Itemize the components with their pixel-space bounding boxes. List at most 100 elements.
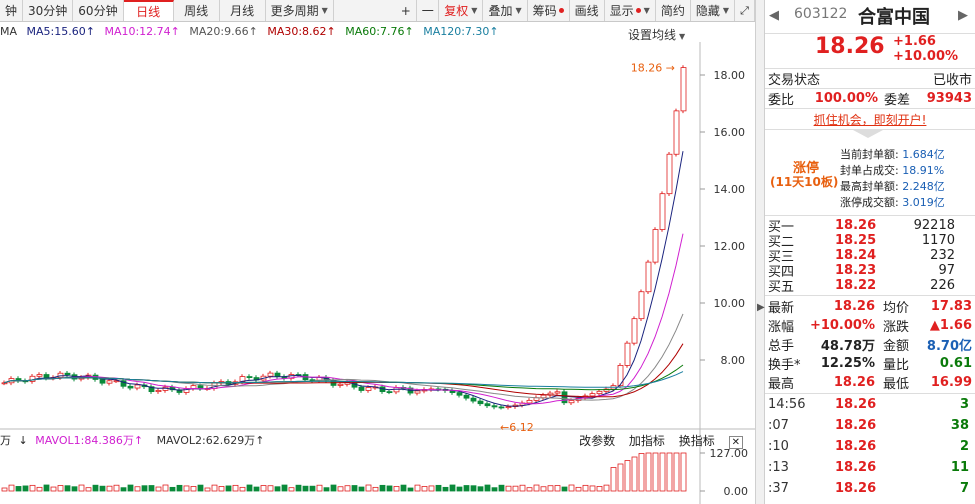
price-block: 18.26 +1.66 +10.00% (765, 34, 975, 68)
volume-bar (155, 486, 162, 492)
bid-row: 买五 18.22 226 (765, 278, 975, 295)
quote-stats: 最新 18.26 均价 17.83 涨幅 +10.00% 涨跌 ▲1.66 总手 4… (765, 296, 975, 394)
volume-bar (638, 453, 645, 492)
volume-bar (554, 485, 561, 492)
volume-bar (22, 485, 29, 492)
limit-info-row: 涨停成交额: 3.019亿 (840, 194, 960, 210)
kline-chart[interactable]: MA MA5:15.60↑ MA10:12.74↑ MA20:9.66↑ MA3… (0, 22, 755, 504)
volume-bar (337, 486, 344, 492)
volume-bar (197, 484, 204, 492)
volume-bar (365, 484, 372, 492)
volume-bar (463, 485, 470, 492)
tick-row: :07 18.26 38 (765, 415, 975, 436)
arrow-up-icon: ↑ (133, 434, 144, 447)
zoom-out-button[interactable]: 一 (417, 0, 440, 21)
bid-price: 18.25 (835, 233, 877, 248)
collapse-icon[interactable] (853, 130, 883, 138)
overlay-button[interactable]: 叠加 ▼ (483, 0, 528, 21)
volume-bar (666, 452, 673, 492)
quote-header: ◀ 603122 合富中国 ▶ (765, 0, 975, 34)
candle-body (505, 406, 512, 409)
volume-bar (316, 484, 323, 492)
volume-bar (295, 484, 302, 492)
candle-body (337, 383, 344, 386)
bid-level: 买五 (768, 280, 795, 295)
hide-button[interactable]: 隐藏 ▼ (691, 0, 735, 21)
tick-price: 18.26 (835, 418, 877, 433)
volume-bar (162, 484, 169, 492)
tab-weekly[interactable]: 周线 (174, 0, 220, 21)
price-change-pct: +10.00% (893, 49, 959, 64)
candle-body (477, 400, 484, 405)
ma-line (3, 151, 684, 407)
candles (1, 65, 687, 410)
tab-daily[interactable]: 日线 (123, 0, 174, 21)
tab-more-periods[interactable]: 更多周期 ▼ (266, 0, 334, 21)
stat-value: 12.25% (820, 356, 875, 371)
switch-indicator-button[interactable]: 换指标 (679, 434, 715, 448)
tab-30min[interactable]: 30分钟 (23, 0, 74, 21)
draw-line-button[interactable]: 画线 (570, 0, 605, 21)
volume-bar (344, 485, 351, 492)
tab-60min[interactable]: 60分钟 (73, 0, 124, 21)
volume-bar (204, 487, 211, 492)
volume-bar (351, 485, 358, 492)
next-stock-icon[interactable]: ▶ (958, 8, 968, 23)
edit-params-button[interactable]: 改参数 (579, 434, 615, 448)
panel-toggle[interactable]: ▶ (755, 0, 765, 504)
tab-monthly[interactable]: 月线 (220, 0, 266, 21)
candle-body (36, 374, 43, 377)
more-periods-label: 更多周期 (270, 4, 319, 18)
order-diff-label: 委差 (884, 93, 911, 108)
volume-bar (148, 485, 155, 492)
order-book: 买一 18.26 92218 买二 18.25 1170 买三 18.24 232 买四 18… (765, 216, 975, 296)
volume-bar (540, 486, 547, 492)
price-tick-label: 18.00 (714, 69, 746, 82)
open-account-link[interactable]: 抓住机会，即刻开户! (765, 108, 975, 130)
limit-info-key: 当前封单额: (840, 148, 899, 161)
close-icon[interactable]: ✕ (728, 436, 743, 449)
zoom-in-button[interactable]: + (395, 0, 418, 21)
price-tick-label: 16.00 (714, 126, 746, 139)
volume-unit: 万 (0, 434, 11, 447)
volume-bar (659, 452, 666, 492)
stock-name: 合富中国 (858, 7, 930, 28)
limit-info-row: 最高封单额: 2.248亿 (840, 178, 960, 194)
bid-volume: 1170 (921, 233, 955, 248)
volume-bar (260, 485, 267, 492)
tick-volume: 38 (950, 418, 969, 433)
volume-bar (239, 486, 246, 492)
volume-bar (442, 486, 449, 492)
candle-body (498, 406, 505, 409)
stat-key: 涨跌 (883, 320, 910, 335)
stat-value: 16.99 (930, 375, 972, 390)
volume-bar (113, 484, 120, 492)
quote-panel: ◀ 603122 合富中国 ▶ 18.26 +1.66 +10.00% 交易状态… (765, 0, 975, 504)
candle-body (414, 390, 421, 394)
volume-bar (491, 487, 498, 492)
simple-button[interactable]: 简约 (656, 0, 691, 21)
chips-button[interactable]: 筹码 (528, 0, 570, 21)
tab-minute[interactable]: 钟 (0, 0, 24, 21)
display-button[interactable]: 显示 ▼ (605, 0, 656, 21)
volume-bar (183, 485, 190, 492)
limit-info-value: 18.91% (902, 164, 945, 177)
limit-info-row: 封单占成交: 18.91% (840, 162, 960, 178)
volume-bar (512, 485, 519, 492)
candle-body (540, 394, 547, 399)
fullscreen-icon[interactable]: ⤢ (735, 0, 755, 21)
tick-price: 18.26 (835, 439, 877, 454)
limit-info-key: 涨停成交额: (840, 196, 899, 209)
volume-bar (449, 484, 456, 492)
stat-row: 最新 18.26 均价 17.83 (765, 297, 975, 316)
volume-bar (582, 484, 589, 492)
volume-bar (323, 487, 330, 492)
chevron-down-icon: ▼ (321, 6, 328, 15)
add-indicator-button[interactable]: 加指标 (629, 434, 665, 448)
volume-bar (127, 484, 134, 492)
tick-price: 18.26 (835, 460, 877, 475)
restore-rights-button[interactable]: 复权 ▼ (439, 0, 484, 21)
prev-stock-icon[interactable]: ◀ (769, 8, 779, 23)
volume-bar (533, 484, 540, 492)
candle-body (106, 380, 113, 384)
